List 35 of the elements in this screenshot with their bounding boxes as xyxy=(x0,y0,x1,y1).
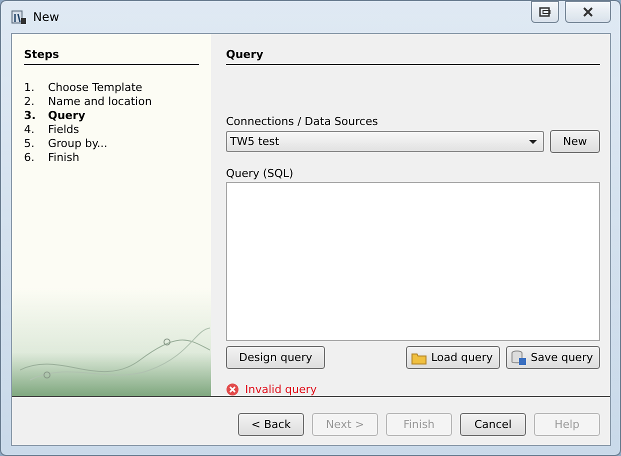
step-label: Group by... xyxy=(48,137,108,151)
step-label: Fields xyxy=(48,123,80,137)
step-label: Finish xyxy=(48,151,80,165)
load-query-button[interactable]: Load query xyxy=(406,346,500,369)
error-message: Invalid query xyxy=(245,383,317,396)
close-icon xyxy=(582,7,594,17)
page-heading: Query xyxy=(226,48,600,65)
step-number: 3. xyxy=(24,109,37,123)
save-query-button[interactable]: Save query xyxy=(506,346,600,369)
step-label: Choose Template xyxy=(48,81,142,95)
close-button[interactable] xyxy=(565,1,611,23)
app-icon xyxy=(11,9,27,25)
dropdown-caret-icon xyxy=(529,140,537,144)
steps-heading: Steps xyxy=(24,48,199,65)
connections-label: Connections / Data Sources xyxy=(226,115,379,128)
step-label: Query xyxy=(48,109,86,123)
step-number: 1. xyxy=(24,81,36,95)
restore-icon xyxy=(539,7,551,17)
query-input-field[interactable] xyxy=(226,182,600,341)
restore-button[interactable] xyxy=(531,1,559,23)
design-query-button[interactable]: Design query xyxy=(226,346,326,369)
window-title: New xyxy=(33,10,60,24)
new-button[interactable]: New xyxy=(550,130,600,153)
connection-dropdown[interactable]: TW5 test xyxy=(226,131,544,152)
wizard-button[interactable]: Cancel xyxy=(460,412,526,436)
step-number: 2. xyxy=(24,95,36,109)
step-number: 6. xyxy=(24,151,36,165)
query-label: Query (SQL) xyxy=(226,167,294,180)
database-save-icon xyxy=(510,350,527,366)
step-number: 5. xyxy=(24,137,36,151)
error-icon xyxy=(226,383,239,396)
step-number: 4. xyxy=(24,123,36,137)
wizard-button[interactable]: < Back xyxy=(238,412,304,436)
step-label: Name and location xyxy=(48,95,152,109)
folder-icon xyxy=(411,350,428,364)
